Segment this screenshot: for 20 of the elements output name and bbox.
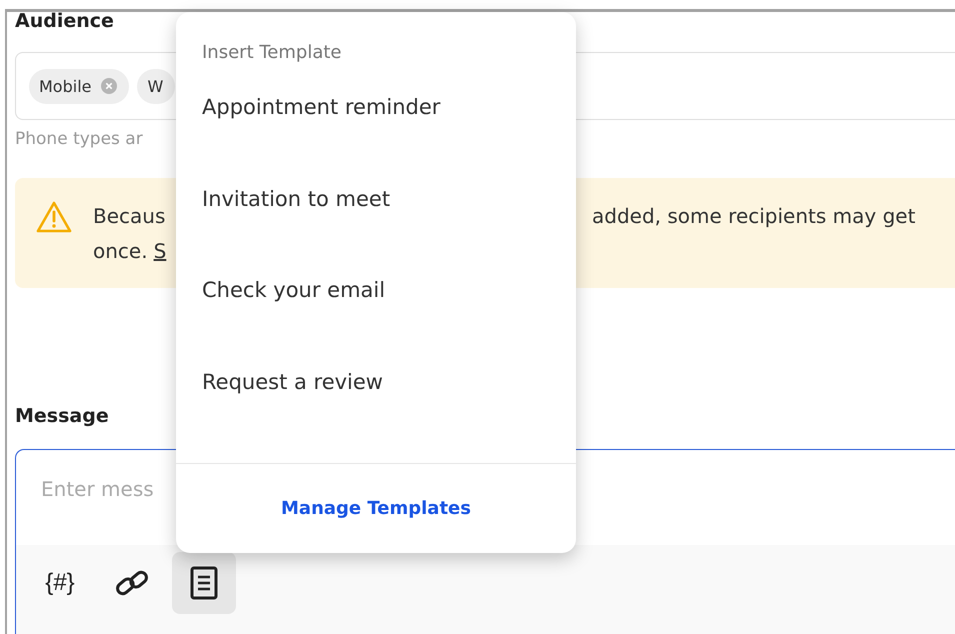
warning-icon [36, 201, 72, 233]
hint-text: Phone types ar [15, 129, 144, 149]
variable-button[interactable]: {#} [28, 552, 92, 614]
message-input[interactable]: Enter mess [16, 450, 156, 510]
warning-link[interactable]: S [154, 234, 166, 269]
template-button[interactable] [172, 552, 236, 614]
menu-title: Insert Template [201, 41, 342, 65]
warning-text: Becaus [93, 203, 166, 230]
section-label: Audience [15, 12, 115, 30]
chip[interactable]: W [137, 68, 176, 104]
chip[interactable]: Mobile [29, 68, 130, 104]
menu-item[interactable]: Appointment reminder [176, 62, 576, 154]
menu-item[interactable]: Request a review [176, 336, 576, 428]
section-label: Message [15, 407, 110, 425]
menu-item[interactable]: Check your email [176, 245, 576, 337]
warning-text: once. [93, 238, 148, 265]
menu-item[interactable]: Invitation to meet [176, 154, 576, 246]
manage-templates-link[interactable]: Manage Templates [281, 498, 471, 520]
warning-text: added, some recipients may get [592, 203, 916, 230]
document-icon [189, 565, 219, 601]
